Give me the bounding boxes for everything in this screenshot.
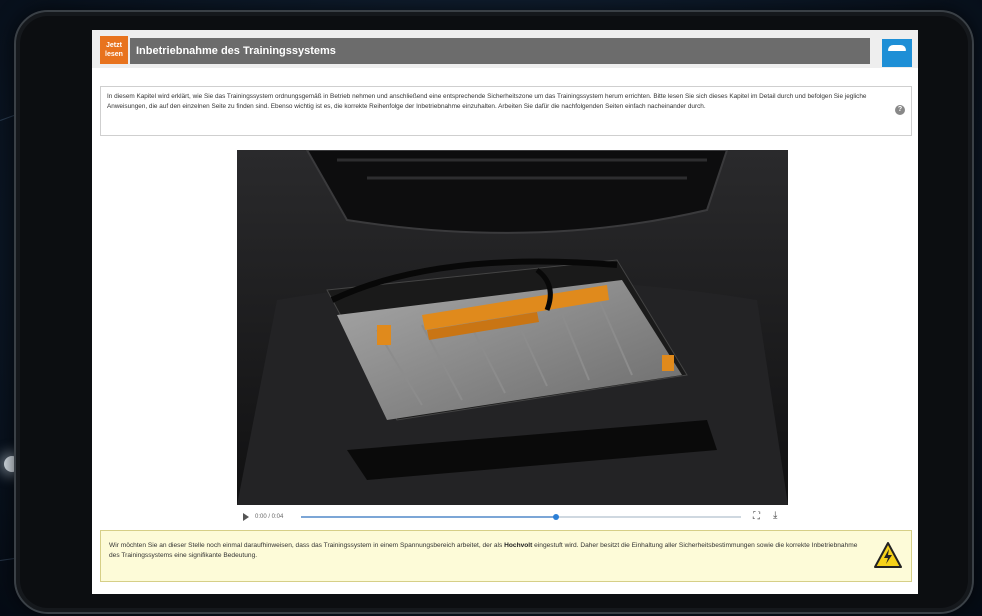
car-brand-icon[interactable]: [882, 39, 912, 67]
video-frame-battery-trunk: [237, 150, 788, 505]
warning-text-bold: Hochvolt: [504, 542, 533, 549]
video-time: 0:00 / 0:04: [255, 514, 284, 520]
page-header: Jetzt lesen Inbetriebnahme des Trainings…: [92, 30, 918, 68]
intro-textbox: In diesem Kapitel wird erklärt, wie Sie …: [100, 86, 912, 136]
page-title: Inbetriebnahme des Trainingssystems: [130, 38, 870, 64]
video-controls: 0:00 / 0:04 ⛶ ⤓: [237, 508, 788, 526]
logo-text-top: Jetzt: [106, 42, 122, 49]
video-player[interactable]: [237, 150, 788, 505]
play-icon[interactable]: [243, 513, 249, 521]
logo-text-bottom: lesen: [105, 51, 123, 58]
video-seek-fill: [301, 516, 557, 518]
high-voltage-warning-icon: [874, 542, 902, 568]
warning-text-start: Wir möchten Sie an dieser Stelle noch ei…: [109, 542, 505, 549]
video-seek-bar[interactable]: [301, 514, 741, 520]
tablet-screen: Jetzt lesen Inbetriebnahme des Trainings…: [92, 30, 918, 594]
warning-notice: Wir möchten Sie an dieser Stelle noch ei…: [100, 530, 912, 582]
app-logo: Jetzt lesen: [100, 36, 128, 64]
video-seek-handle[interactable]: [553, 514, 560, 520]
intro-text: In diesem Kapitel wird erklärt, wie Sie …: [107, 93, 867, 110]
download-icon[interactable]: ⤓: [773, 510, 777, 522]
fullscreen-icon[interactable]: ⛶: [753, 511, 760, 523]
help-icon[interactable]: ?: [895, 105, 905, 115]
